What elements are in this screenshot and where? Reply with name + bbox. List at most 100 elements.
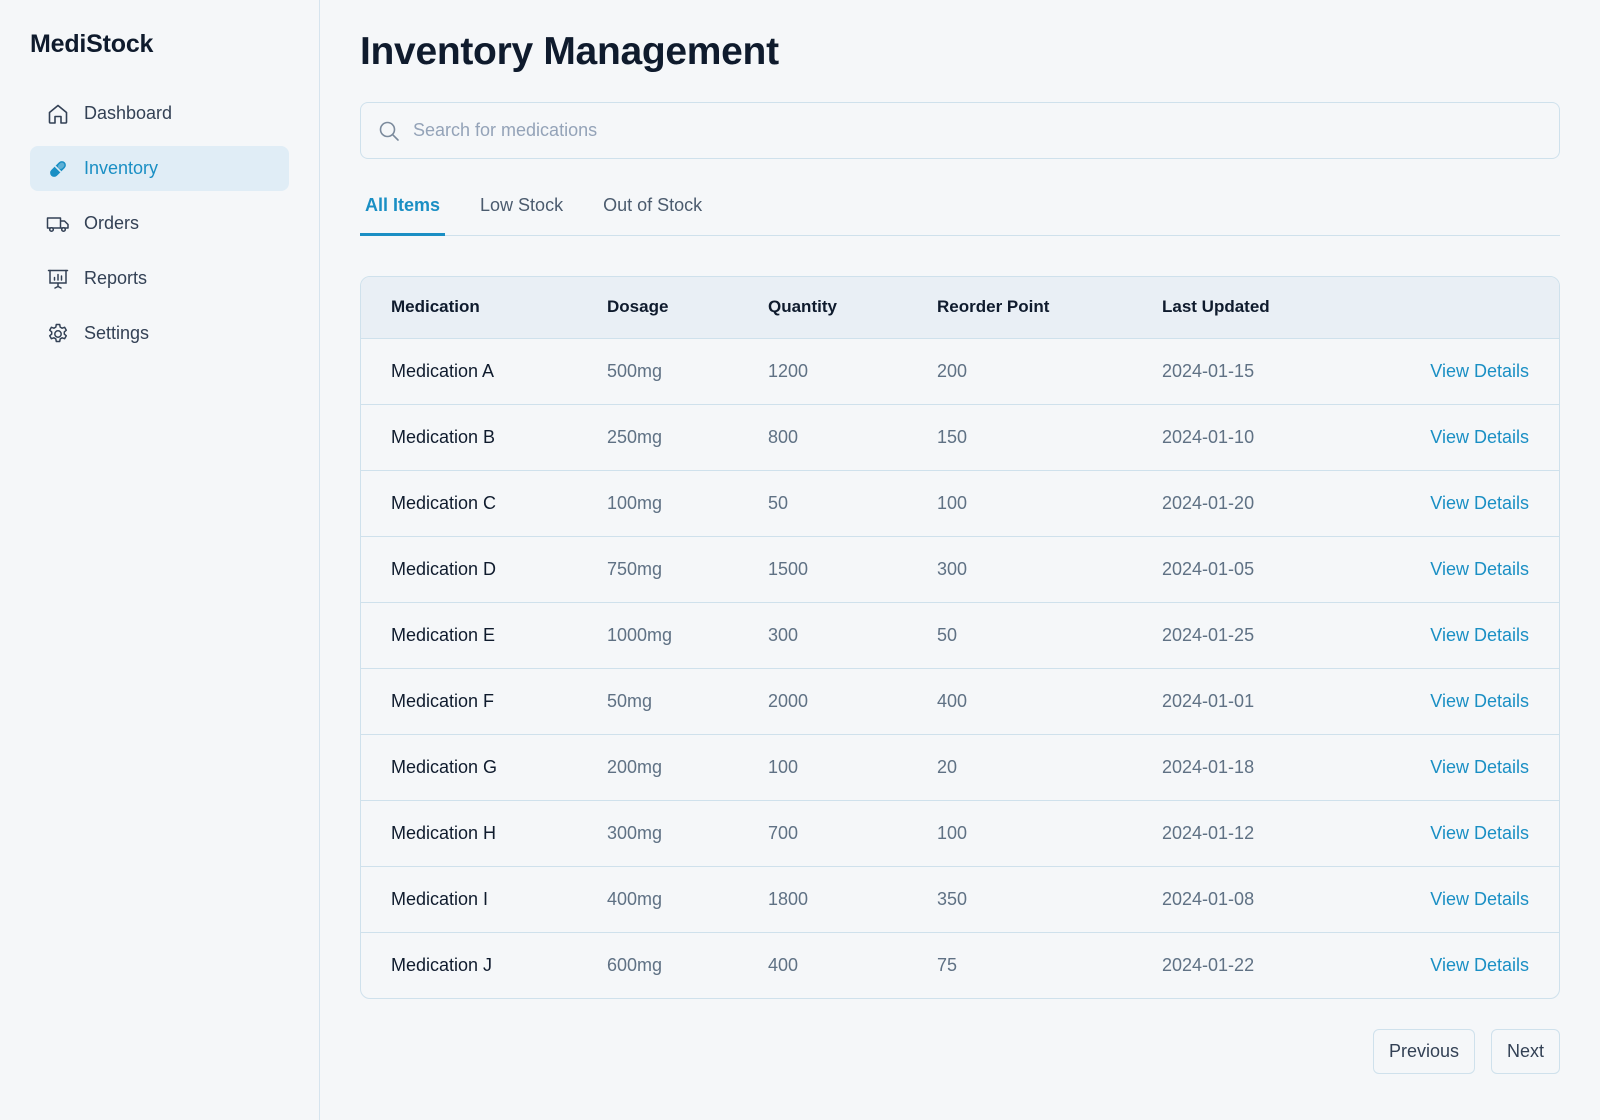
sidebar-item-orders[interactable]: Orders [30, 201, 289, 246]
view-details-link[interactable]: View Details [1430, 625, 1529, 645]
cell-last-updated: 2024-01-08 [1162, 888, 1255, 909]
cell-medication: Medication J [391, 954, 493, 975]
cell-quantity: 1200 [768, 360, 809, 381]
cell-action: View Details [1332, 866, 1559, 932]
sidebar-nav: Dashboard Inventory Orders Reports Setti… [30, 91, 289, 356]
view-details-link[interactable]: View Details [1430, 559, 1529, 579]
cell-last-updated: 2024-01-12 [1162, 822, 1255, 843]
table-row: Medication A 500mg 1200 200 2024-01-15 View D… [361, 338, 1559, 404]
pill-icon [46, 157, 70, 181]
app-logo[interactable]: MediStock [30, 30, 289, 59]
view-details-link[interactable]: View Details [1430, 691, 1529, 711]
cell-medication: Medication C [391, 492, 497, 513]
view-details-link[interactable]: View Details [1430, 361, 1529, 381]
cell-dosage: 1000mg [607, 624, 673, 645]
previous-page-button[interactable]: Previous [1372, 1029, 1475, 1074]
column-header-dosage[interactable]: Dosage [577, 277, 738, 339]
table-row: Medication E 1000mg 300 50 2024-01-25 View De… [361, 602, 1559, 668]
cell-dosage: 100mg [607, 492, 663, 513]
column-header-reorder-point[interactable]: Reorder Point [907, 277, 1132, 339]
cell-last-updated: 2024-01-05 [1162, 558, 1255, 579]
table-row: Medication I 400mg 1800 350 2024-01-08 View D… [361, 866, 1559, 932]
cell-dosage: 300mg [607, 822, 663, 843]
cell-quantity: 2000 [768, 690, 809, 711]
cell-medication: Medication H [391, 822, 497, 843]
cell-last-updated: 2024-01-22 [1162, 954, 1255, 975]
view-details-link[interactable]: View Details [1430, 757, 1529, 777]
sidebar-item-reports[interactable]: Reports [30, 256, 289, 301]
gear-icon [46, 322, 70, 346]
sidebar-item-dashboard[interactable]: Dashboard [30, 91, 289, 136]
search-icon [377, 119, 401, 143]
cell-dosage: 600mg [607, 954, 663, 975]
cell-medication: Medication A [391, 360, 495, 381]
cell-dosage: 750mg [607, 558, 663, 579]
cell-action: View Details [1332, 470, 1559, 536]
pagination: Previous Next [360, 1029, 1560, 1074]
cell-medication: Medication D [391, 558, 497, 579]
cell-last-updated: 2024-01-10 [1162, 426, 1255, 447]
table-header: Medication Dosage Quantity Reorder Point… [361, 277, 1559, 339]
table-row: Medication F 50mg 2000 400 2024-01-01 View De… [361, 668, 1559, 734]
cell-quantity: 50 [768, 492, 789, 513]
cell-action: View Details [1332, 536, 1559, 602]
app-root: MediStock Dashboard Inventory Orders Rep… [0, 0, 1600, 1120]
sidebar-item-label: Inventory [84, 158, 159, 178]
cell-reorder-point: 150 [937, 426, 968, 447]
column-header-medication[interactable]: Medication [361, 277, 577, 339]
cell-quantity: 1800 [768, 888, 809, 909]
cell-action: View Details [1332, 800, 1559, 866]
tab-bar: All Items Low Stock Out of Stock [360, 177, 1560, 236]
view-details-link[interactable]: View Details [1430, 955, 1529, 975]
cell-reorder-point: 75 [937, 954, 958, 975]
cell-quantity: 700 [768, 822, 799, 843]
cell-action: View Details [1332, 338, 1559, 404]
main-content: Inventory Management All Items Low Stock… [320, 0, 1600, 1120]
next-page-button[interactable]: Next [1490, 1029, 1560, 1074]
cell-reorder-point: 400 [937, 690, 968, 711]
cell-quantity: 100 [768, 756, 799, 777]
cell-action: View Details [1332, 404, 1559, 470]
cell-quantity: 1500 [768, 558, 809, 579]
view-details-link[interactable]: View Details [1430, 493, 1529, 513]
home-icon [46, 102, 70, 126]
cell-last-updated: 2024-01-18 [1162, 756, 1255, 777]
cell-reorder-point: 300 [937, 558, 968, 579]
table-row: Medication B 250mg 800 150 2024-01-10 View De… [361, 404, 1559, 470]
view-details-link[interactable]: View Details [1430, 427, 1529, 447]
search-input[interactable] [413, 120, 1559, 141]
cell-action: View Details [1332, 734, 1559, 800]
tab-low-stock[interactable]: Low Stock [475, 177, 568, 236]
sidebar-item-label: Dashboard [84, 103, 173, 123]
cell-dosage: 400mg [607, 888, 663, 909]
cell-action: View Details [1332, 668, 1559, 734]
cell-reorder-point: 50 [937, 624, 958, 645]
cell-reorder-point: 20 [937, 756, 958, 777]
search-bar[interactable] [360, 102, 1560, 159]
table-row: Medication J 600mg 400 75 2024-01-22 View Det… [361, 932, 1559, 998]
cell-dosage: 500mg [607, 360, 663, 381]
column-header-last-updated[interactable]: Last Updated [1132, 277, 1332, 339]
view-details-link[interactable]: View Details [1430, 823, 1529, 843]
cell-quantity: 800 [768, 426, 799, 447]
truck-icon [46, 212, 70, 236]
cell-medication: Medication I [391, 888, 489, 909]
sidebar-item-label: Orders [84, 213, 140, 233]
table-row: Medication D 750mg 1500 300 2024-01-05 View D… [361, 536, 1559, 602]
table-row: Medication H 300mg 700 100 2024-01-12 View De… [361, 800, 1559, 866]
table-row: Medication C 100mg 50 100 2024-01-20 View Det… [361, 470, 1559, 536]
cell-last-updated: 2024-01-15 [1162, 360, 1255, 381]
cell-medication: Medication F [391, 690, 495, 711]
cell-action: View Details [1332, 932, 1559, 998]
cell-last-updated: 2024-01-01 [1162, 690, 1255, 711]
view-details-link[interactable]: View Details [1430, 889, 1529, 909]
column-header-quantity[interactable]: Quantity [738, 277, 907, 339]
sidebar-item-inventory[interactable]: Inventory [30, 146, 289, 191]
tab-all-items[interactable]: All Items [360, 177, 446, 236]
sidebar-item-settings[interactable]: Settings [30, 311, 289, 356]
cell-action: View Details [1332, 602, 1559, 668]
cell-reorder-point: 350 [937, 888, 968, 909]
sidebar: MediStock Dashboard Inventory Orders Rep… [0, 0, 320, 1120]
cell-medication: Medication B [391, 426, 496, 447]
tab-out-of-stock[interactable]: Out of Stock [598, 177, 707, 236]
